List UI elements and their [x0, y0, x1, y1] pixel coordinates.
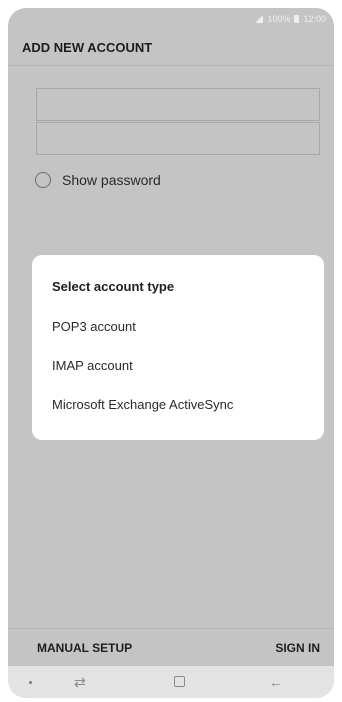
option-pop3[interactable]: POP3 account — [52, 311, 304, 341]
bottom-action-bar: MANUAL SETUP SIGN IN — [8, 628, 334, 666]
battery-percentage: 100% — [267, 14, 291, 24]
email-field[interactable] — [36, 88, 320, 121]
option-exchange[interactable]: Microsoft Exchange ActiveSync — [52, 389, 304, 419]
page-title: ADD NEW ACCOUNT — [22, 40, 153, 55]
show-password-label: Show password — [62, 172, 161, 188]
back-icon[interactable]: ← — [269, 674, 283, 690]
home-icon[interactable] — [174, 676, 185, 687]
recent-apps-icon[interactable]: ⇄ — [74, 674, 86, 690]
radio-icon[interactable] — [35, 172, 51, 188]
dialog-title: Select account type — [52, 279, 175, 294]
dot-icon — [29, 681, 32, 684]
navigation-bar: ⇄ ← — [8, 666, 334, 698]
account-type-dialog: Select account type POP3 account IMAP ac… — [32, 255, 324, 440]
option-imap[interactable]: IMAP account — [52, 350, 304, 380]
status-time: 12:00 — [303, 14, 326, 24]
show-password-toggle[interactable]: Show password — [35, 172, 161, 188]
sign-in-button[interactable]: SIGN IN — [275, 641, 320, 655]
signal-icon — [255, 15, 264, 23]
status-bar: 100% 12:00 — [8, 8, 334, 30]
phone-screen: 100% 12:00 ADD NEW ACCOUNT Show password… — [8, 8, 334, 698]
password-field[interactable] — [36, 122, 320, 155]
app-bar: ADD NEW ACCOUNT — [8, 30, 334, 66]
battery-icon — [294, 15, 300, 23]
manual-setup-button[interactable]: MANUAL SETUP — [37, 641, 132, 655]
